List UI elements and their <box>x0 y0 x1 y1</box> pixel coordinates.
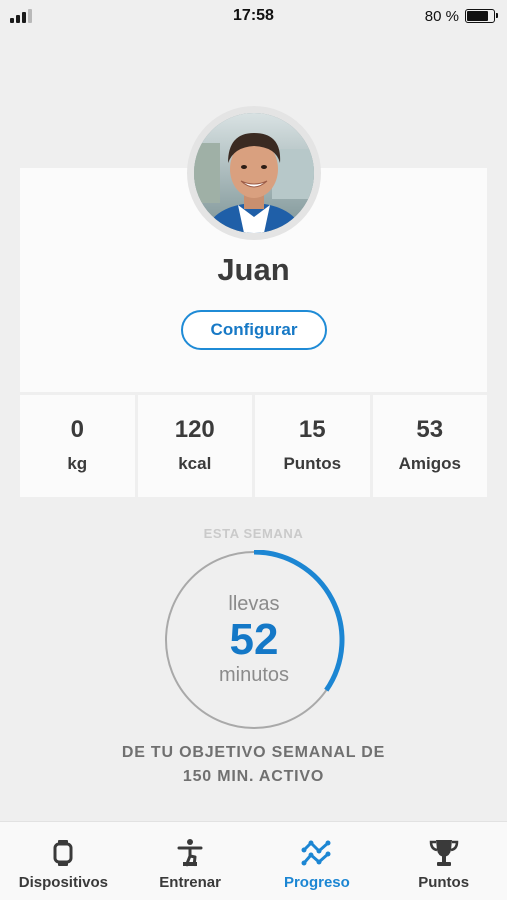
stat-label: Puntos <box>283 454 342 473</box>
exercise-person-icon <box>173 836 207 870</box>
stat-label: Amigos <box>398 454 461 473</box>
watch-icon <box>46 836 80 870</box>
goal-line-2: 150 MIN. ACTIVO <box>182 768 325 785</box>
weekly-progress-text: llevas 52 minutos <box>162 550 346 730</box>
stat-value: 53 <box>416 416 444 443</box>
stat-label: kcal <box>178 454 212 473</box>
stats-row: 0 kg 120 kcal 15 Puntos 53 Amigos <box>20 395 487 497</box>
configure-button[interactable]: Configurar <box>181 310 327 350</box>
status-time: 17:58 <box>233 7 274 24</box>
battery-fill <box>467 11 488 21</box>
stat-friends[interactable]: 53 Amigos <box>372 395 487 497</box>
stat-value: 0 <box>70 416 84 443</box>
stat-calories[interactable]: 120 kcal <box>137 395 252 497</box>
progress-prefix: llevas <box>228 592 280 615</box>
trophy-icon <box>427 836 461 870</box>
battery-icon <box>465 9 498 23</box>
weekly-goal-text: DE TU OBJETIVO SEMANAL DE 150 MIN. ACTIV… <box>0 741 507 789</box>
stat-weight[interactable]: 0 kg <box>20 395 135 497</box>
tab-progress[interactable]: Progreso <box>254 822 381 900</box>
bottom-tab-bar: Dispositivos Entrenar Progreso Puntos <box>0 821 507 900</box>
tab-label: Progreso <box>283 874 350 891</box>
stat-value: 15 <box>298 416 326 443</box>
tab-devices[interactable]: Dispositivos <box>0 822 127 900</box>
tab-train[interactable]: Entrenar <box>127 822 254 900</box>
tab-label: Dispositivos <box>18 874 108 891</box>
stat-label: kg <box>67 454 88 473</box>
goal-line-1: DE TU OBJETIVO SEMANAL DE <box>121 744 386 761</box>
tab-points[interactable]: Puntos <box>380 822 507 900</box>
progress-unit: minutos <box>218 664 290 687</box>
avatar <box>194 113 314 233</box>
user-name: Juan <box>217 252 290 287</box>
progress-graph-icon <box>300 836 334 870</box>
week-section-label: ESTA SEMANA <box>203 526 304 541</box>
tab-label: Puntos <box>418 874 470 891</box>
status-bar: 17:58 80 % <box>0 0 507 32</box>
stat-value: 120 <box>174 416 215 443</box>
avatar-ring[interactable] <box>187 106 321 240</box>
progress-minutes: 52 <box>229 614 279 664</box>
tab-label: Entrenar <box>159 874 221 891</box>
stat-points[interactable]: 15 Puntos <box>255 395 370 497</box>
